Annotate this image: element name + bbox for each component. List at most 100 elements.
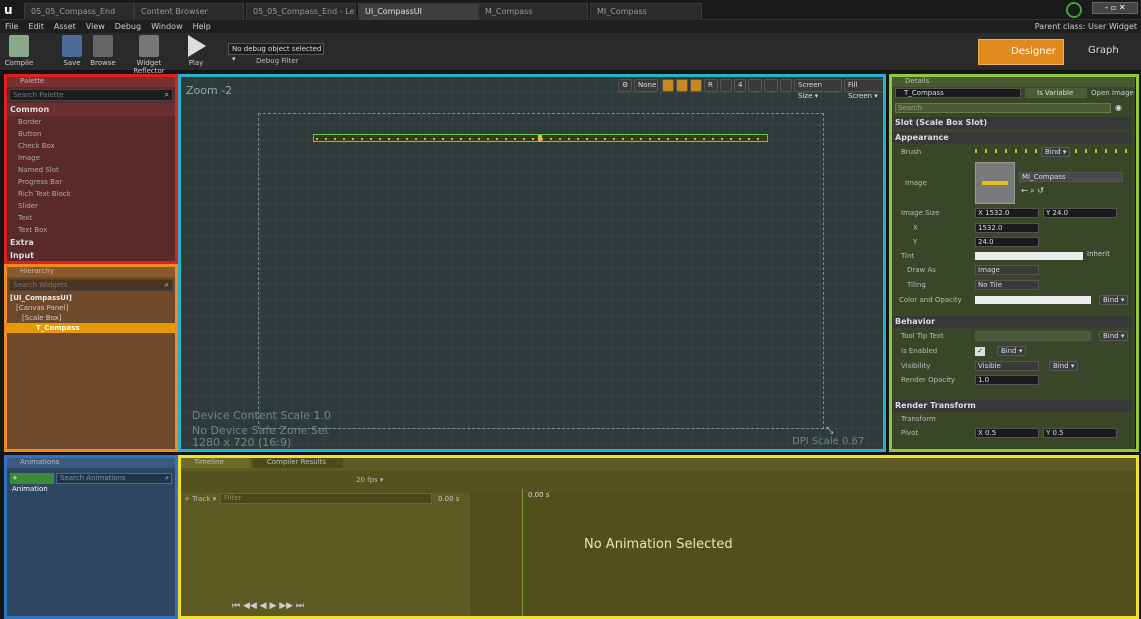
is-enabled-checkbox[interactable]: ✓ [975,347,985,356]
hierarchy-item-scalebox[interactable]: [Scale Box] [6,313,176,323]
hierarchy-search-input[interactable]: Search Widgets ⌕ [9,279,173,291]
inherit-checkbox[interactable]: Inherit [1087,250,1110,258]
palette-item[interactable]: Border [6,116,176,128]
behavior-section[interactable]: Behavior [891,316,1131,328]
hierarchy-item-root[interactable]: [UI_CompassUI] [6,293,176,303]
color-opacity-swatch[interactable] [975,296,1091,304]
palette-category-input[interactable]: Input [6,249,176,262]
timeline-fps-dropdown[interactable]: 20 fps ▾ [356,476,383,484]
snap-grid-toggle[interactable] [720,79,732,92]
palette-item[interactable]: Check Box [6,140,176,152]
playback-controls[interactable]: ⏮ ◀◀ ◀ ▶ ▶▶ ⏭ [232,601,304,611]
color-bind-button[interactable]: Bind ▾ [1099,295,1129,305]
palette-item[interactable]: Progress Bar [6,176,176,188]
menu-window[interactable]: Window [146,20,188,33]
tiling-dropdown[interactable]: No Tile [975,280,1039,290]
palette-item[interactable]: Text Box [6,224,176,236]
visibility-dropdown[interactable]: Visible [975,361,1039,371]
palette-item[interactable]: Rich Text Block [6,188,176,200]
tab-content-browser[interactable]: Content Browser [134,3,244,20]
compile-button[interactable]: Compile [4,35,34,67]
palette-item[interactable]: Named Slot [6,164,176,176]
snap-value[interactable]: 4 [734,79,746,92]
image-asset-dropdown[interactable]: MI_Compass [1019,172,1123,182]
r-toggle[interactable]: R [704,79,718,92]
menu-asset[interactable]: Asset [49,20,81,33]
palette-item[interactable]: Button [6,128,176,140]
transform-toggle[interactable] [748,79,762,92]
fill-screen-dropdown[interactable]: Fill Screen ▾ [844,79,884,100]
browse-button[interactable]: Browse [88,35,118,67]
compass-widget[interactable] [313,134,768,142]
tooltip-field[interactable] [975,331,1091,341]
timeline-tracks-area[interactable]: 0.00 s [470,489,1137,617]
menu-file[interactable]: File [0,20,23,33]
source-control-icon[interactable] [1066,2,1082,18]
tooltip-bind-button[interactable]: Bind ▾ [1099,331,1129,341]
timeline-filter-input[interactable]: Filter [220,493,432,504]
menu-edit[interactable]: Edit [23,20,49,33]
timeline-playhead[interactable] [522,489,523,617]
screen-size-dropdown[interactable]: Screen Size ▾ [794,79,842,100]
tab-level-2[interactable]: 05_05_Compass_End - Le [246,3,356,20]
open-image-button[interactable]: Open Image [1091,88,1134,98]
window-controls[interactable]: – ▫ ✕ [1092,2,1138,14]
hierarchy-item-canvas[interactable]: [Canvas Panel] [6,303,176,313]
palette-category-extra[interactable]: Extra [6,236,176,249]
widget-reflector-button[interactable]: Widget Reflector [120,35,178,75]
details-view-options-icon[interactable]: ◉ [1115,103,1122,112]
screen-toggle[interactable] [764,79,778,92]
lock-toggle-1[interactable] [662,79,674,92]
none-button[interactable]: None [634,79,658,92]
x-field[interactable]: 1532.0 [975,223,1039,233]
image-thumbnail[interactable] [975,162,1015,204]
save-button[interactable]: Save [58,35,86,67]
enabled-bind-button[interactable]: Bind ▾ [997,346,1027,356]
menu-view[interactable]: View [81,20,110,33]
image-size-y-field[interactable]: Y 24.0 [1043,208,1117,218]
tab-m-compass[interactable]: M_Compass [478,3,588,20]
tab-level[interactable]: 05_05_Compass_End [24,3,134,20]
render-opacity-field[interactable]: 1.0 [975,375,1039,385]
is-variable-checkbox[interactable]: Is Variable [1025,88,1087,98]
timeline-tab[interactable]: Timeline [180,457,250,468]
draw-as-dropdown[interactable]: Image [975,265,1039,275]
appearance-section[interactable]: Appearance [891,132,1131,144]
play-button[interactable]: Play [182,35,210,67]
palette-category-common[interactable]: Common [6,103,176,116]
animations-search-input[interactable]: Search Animations ⌕ [56,473,172,484]
resize-handle-icon[interactable]: ⤡ [826,426,833,436]
palette-item[interactable]: Slider [6,200,176,212]
details-search-input[interactable]: Search [895,103,1111,113]
palette-item[interactable]: Image [6,152,176,164]
hierarchy-item-t-compass[interactable]: T_Compass [6,323,176,333]
menu-debug[interactable]: Debug [110,20,146,33]
designer-canvas[interactable]: Zoom -2 ⚙ None R 4 Screen Size ▾ Fill Sc… [180,76,884,450]
menu-help[interactable]: Help [188,20,216,33]
palette-search-input[interactable]: Search Palette ⌕ [9,89,173,101]
y-field[interactable]: 24.0 [975,237,1039,247]
graph-mode-button[interactable]: Graph [1068,39,1138,65]
debug-object-select[interactable]: No debug object selected ▾ [228,43,324,63]
palette-item[interactable]: Text [6,212,176,224]
compiler-results-tab[interactable]: Compiler Results [252,457,343,468]
image-size-x-field[interactable]: X 1532.0 [975,208,1039,218]
lock-toggle-2[interactable] [676,79,688,92]
grid-toggle[interactable] [690,79,702,92]
pivot-y-field[interactable]: Y 0.5 [1043,428,1117,438]
add-animation-button[interactable]: + Animation [10,473,54,493]
designer-mode-button[interactable]: Designer [978,39,1064,65]
browse-asset-icon[interactable]: ← ⌕ ↺ [1021,186,1044,196]
tint-color-swatch[interactable] [975,252,1083,260]
render-transform-section[interactable]: Render Transform [891,400,1131,412]
brush-bind-button[interactable]: Bind ▾ [1041,147,1071,157]
tab-ui-compassui[interactable]: UI_CompassUI [358,3,478,20]
preview-toggle[interactable] [780,79,792,92]
visibility-bind-button[interactable]: Bind ▾ [1049,361,1079,371]
slot-section[interactable]: Slot (Scale Box Slot) [891,117,1131,129]
widget-name-field[interactable]: T_Compass [895,88,1021,98]
tab-mi-compass[interactable]: MI_Compass [590,3,702,20]
pivot-x-field[interactable]: X 0.5 [975,428,1039,438]
settings-toggle[interactable]: ⚙ [618,79,632,92]
track-button[interactable]: + Track ▾ [184,495,216,503]
